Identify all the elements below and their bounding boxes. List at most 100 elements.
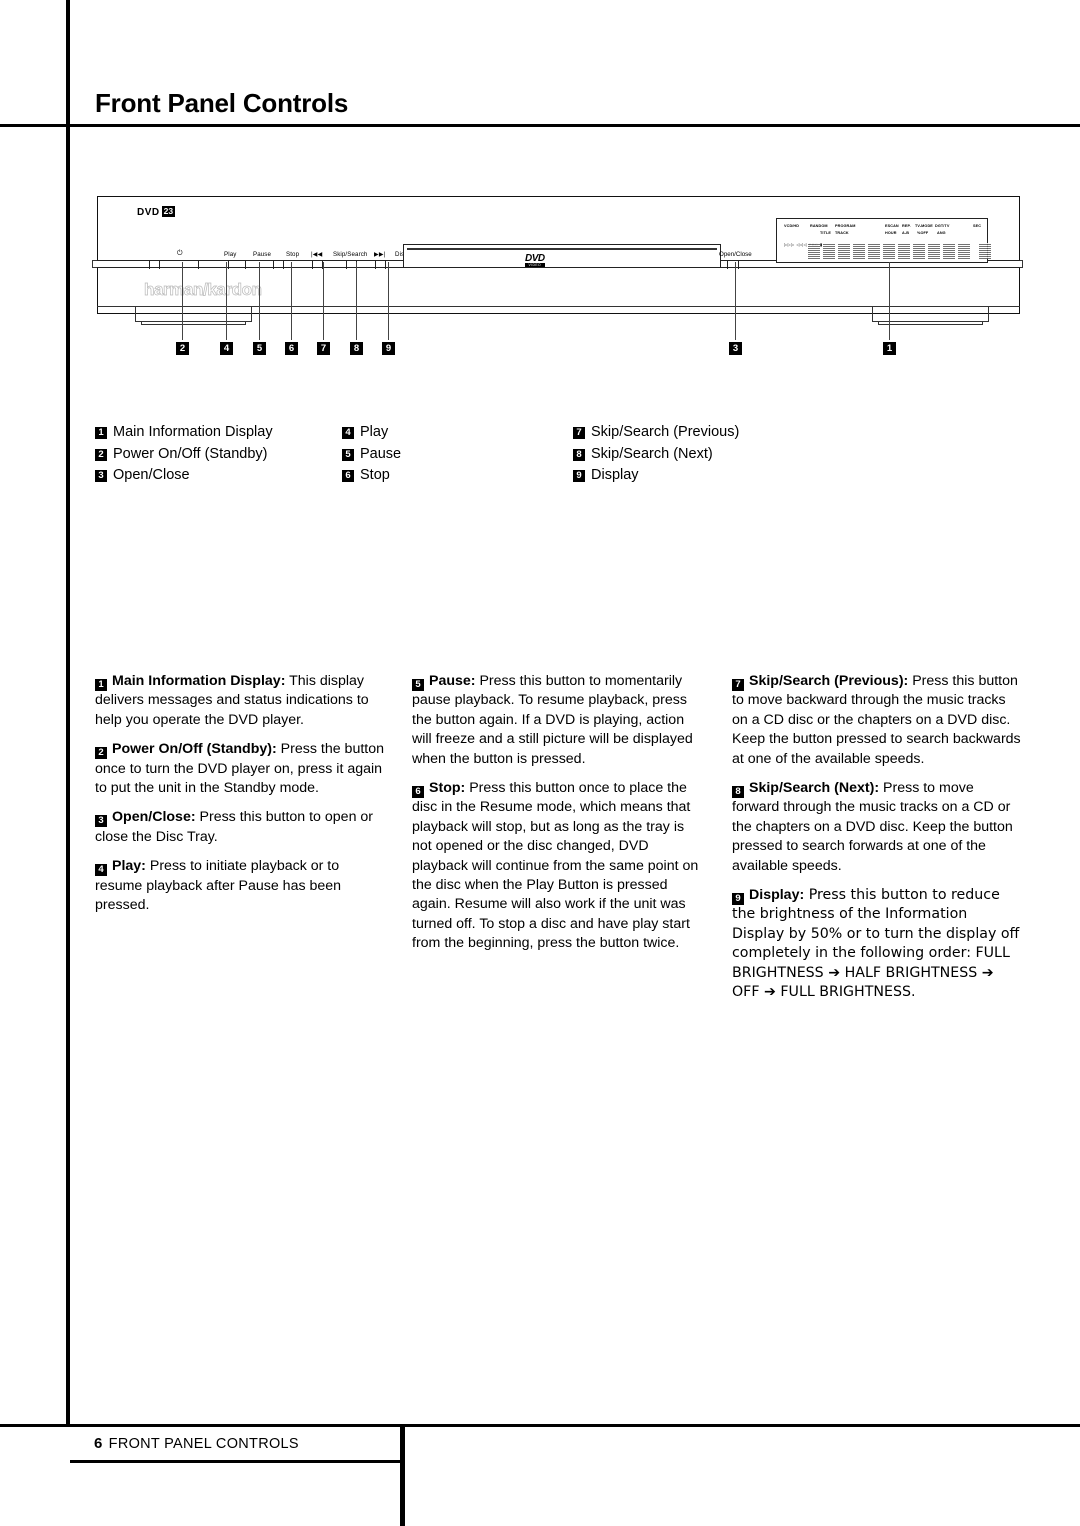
page-number: 6 <box>94 1435 103 1452</box>
button-tick <box>312 260 314 269</box>
legend-item: 2 Power On/Off (Standby) <box>95 446 273 462</box>
disc-tray-slot <box>407 248 717 250</box>
legend-label: Skip/Search (Next) <box>591 445 713 462</box>
legend-column-3: 7 Skip/Search (Previous) 8 Skip/Search (… <box>573 424 739 489</box>
legend-label: Play <box>360 424 389 440</box>
leader-line-9 <box>388 262 389 340</box>
open-close-button-label[interactable]: Open/Close <box>719 251 752 258</box>
description-paragraph: 8 Skip/Search (Next): Press to move forwa… <box>732 779 1022 876</box>
button-tick <box>273 260 275 269</box>
legend-number: 4 <box>342 427 354 439</box>
indicator-hour: HOUR <box>885 231 897 236</box>
skip-search-label: Skip/Search <box>333 251 368 258</box>
pause-button-label[interactable]: Pause <box>253 251 271 258</box>
leader-line-3 <box>735 262 736 340</box>
indicator-sec: SEC <box>973 224 982 229</box>
description-column-3: 7 Skip/Search (Previous): Press this butt… <box>732 672 1022 1013</box>
leader-line-8 <box>356 262 357 340</box>
display-segment <box>883 243 895 259</box>
legend-item: 5 Pause <box>342 446 401 462</box>
legend-number: 1 <box>95 427 107 439</box>
description-number: 8 <box>732 786 744 799</box>
description-number: 1 <box>95 679 107 691</box>
display-segment <box>979 243 991 259</box>
page-title: Front Panel Controls <box>95 88 349 118</box>
indicator-tv-mode: TV-MODE <box>915 224 933 229</box>
display-segment <box>823 243 835 259</box>
dvd-badge-text: DVD <box>137 207 160 218</box>
description-term: Play: <box>112 858 146 875</box>
indicator-random: RANDOM <box>810 224 828 229</box>
power-icon[interactable]: ⏻ <box>177 250 183 257</box>
footer-caption: 6 FRONT PANEL CONTROLS <box>94 1435 299 1452</box>
display-segment <box>943 243 955 259</box>
description-paragraph: 3 Open/Close: Press this button to open o… <box>95 808 385 847</box>
skip-previous-icon[interactable]: |◀◀ <box>311 251 322 258</box>
description-term: Display: <box>749 887 805 904</box>
indicator-pct-off: %OFF <box>917 231 929 236</box>
description-paragraph: 6 Stop: Press this button once to place t… <box>412 779 702 954</box>
display-segment <box>928 243 940 259</box>
description-term: Skip/Search (Previous): <box>749 673 909 689</box>
legend-item: 4 Play <box>342 424 401 440</box>
dvd-badge-version: 23 <box>161 206 176 217</box>
legend-label: Pause <box>360 445 402 462</box>
button-tick <box>245 260 247 269</box>
legend-item: 7 Skip/Search (Previous) <box>573 424 739 440</box>
indicator-vcd-hd: VCD/HD <box>784 224 800 229</box>
description-number: 6 <box>412 786 424 799</box>
button-tick <box>346 260 348 269</box>
skip-next-icon[interactable]: ▶▶| <box>374 251 385 258</box>
callout-9: 9 <box>382 342 395 355</box>
description-term: Pause: <box>429 673 476 689</box>
chassis-foot-left-lip <box>141 322 246 325</box>
dvd-video-logo: DVD VIDEO <box>525 253 545 267</box>
display-segment <box>853 243 865 259</box>
description-paragraph: 5 Pause: Press this button to momentarily… <box>412 672 702 769</box>
button-tick <box>159 260 161 269</box>
legend-item: 9 Display <box>573 467 739 483</box>
callout-4: 4 <box>220 342 233 355</box>
legend-number: 3 <box>95 470 107 482</box>
legend-item: 8 Skip/Search (Next) <box>573 446 739 462</box>
leader-line-2 <box>182 262 183 340</box>
indicator-title: TITLE <box>820 231 832 236</box>
description-text: Press this button to reduce the brightne… <box>732 887 1020 1001</box>
button-tick <box>727 260 729 269</box>
description-term: Power On/Off (Standby): <box>112 741 277 758</box>
callout-2: 2 <box>176 342 189 355</box>
button-tick <box>149 260 151 269</box>
main-information-display: VCD/HD RANDOM TITLE PROGRAM TRACK ESCAN … <box>776 218 991 263</box>
callout-8: 8 <box>350 342 363 355</box>
stop-button-label[interactable]: Stop <box>286 251 299 258</box>
description-paragraph: 1 Main Information Display: This display … <box>95 672 385 730</box>
description-number: 9 <box>732 893 744 906</box>
page-left-vertical-rule <box>66 0 70 1426</box>
legend-number: 2 <box>95 448 107 461</box>
legend-item: 6 Stop <box>342 467 401 483</box>
description-text: Press this button once to place the disc… <box>412 780 699 952</box>
brand-logo: harman/kardon <box>144 280 263 300</box>
page-header-rule <box>0 124 1080 127</box>
button-tick <box>375 260 377 269</box>
legend-number: 7 <box>573 427 585 439</box>
leader-line-7 <box>323 262 324 340</box>
description-number: 2 <box>95 747 107 760</box>
description-number: 5 <box>412 679 424 691</box>
display-segment <box>868 243 880 259</box>
indicator-rep: REP. <box>902 224 911 229</box>
description-paragraph: 7 Skip/Search (Previous): Press this butt… <box>732 672 1022 769</box>
indicator-dgt-tv: DGT/TV <box>935 224 950 229</box>
indicator-ang: ANG <box>937 231 946 236</box>
indicator-a-b: A-B <box>902 231 910 236</box>
legend-number: 9 <box>573 470 585 482</box>
legend-item: 1 Main Information Display <box>95 424 273 440</box>
description-number: 4 <box>95 864 107 877</box>
description-term: Main Information Display: <box>112 673 286 689</box>
legend-label: Main Information Display <box>113 424 273 440</box>
description-paragraph: 2 Power On/Off (Standby): Press the butto… <box>95 740 385 798</box>
description-paragraph: 9 Display: Press this button to reduce th… <box>732 886 1022 1002</box>
dvd-model-badge: DVD 23 <box>137 206 176 218</box>
indicator-track: TRACK <box>835 231 849 236</box>
play-button-label[interactable]: Play <box>224 251 236 258</box>
